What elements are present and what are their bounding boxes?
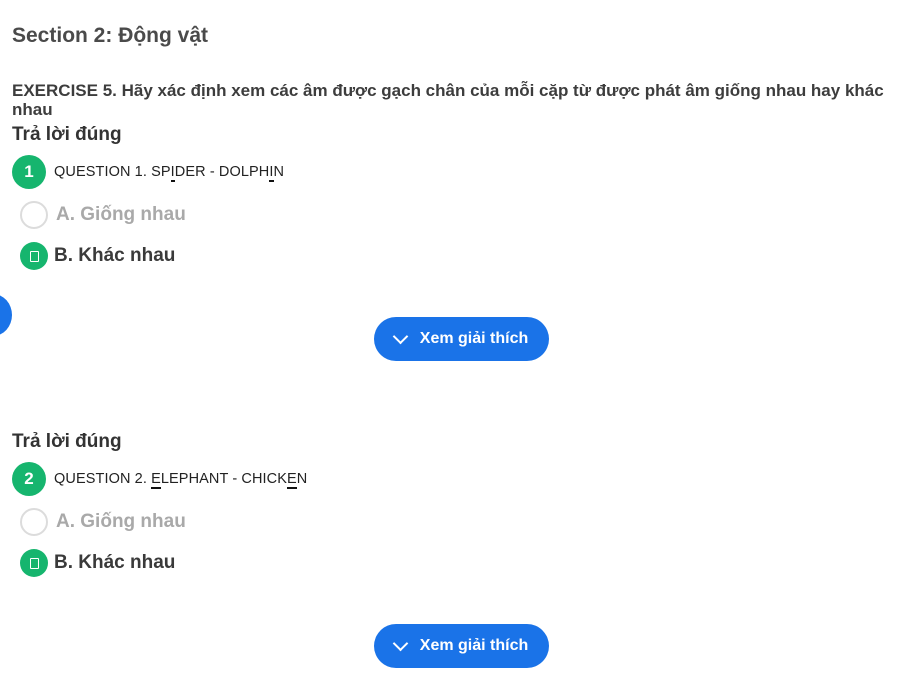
option-b[interactable]: B. Khác nhau (20, 242, 175, 270)
question-number-badge: 2 (12, 462, 46, 496)
option-label: A. Giống nhau (56, 511, 186, 532)
question-text: QUESTION 2. ELEPHANT - CHICKEN (54, 471, 308, 489)
answer-status: Trả lời đúng (12, 124, 122, 145)
question-text: QUESTION 1. SPIDER - DOLPHIN (54, 164, 285, 182)
underlined-letter: E (287, 471, 297, 489)
question-row: 1 QUESTION 1. SPIDER - DOLPHIN (12, 155, 284, 189)
option-label: B. Khác nhau (54, 245, 176, 266)
button-label: Xem giải thích (419, 637, 529, 654)
button-label: Xem giải thích (419, 330, 529, 347)
radio-button[interactable] (20, 201, 48, 229)
side-nav-tab[interactable] (0, 294, 12, 336)
option-label: B. Khác nhau (54, 552, 176, 573)
option-a[interactable]: A. Giống nhau (20, 201, 186, 229)
radio-button-selected[interactable] (20, 549, 48, 577)
check-icon (29, 557, 39, 569)
radio-button-selected[interactable] (20, 242, 48, 270)
answer-status: Trả lời đúng (12, 431, 122, 452)
chevron-down-icon (392, 328, 409, 345)
option-label: A. Giống nhau (56, 204, 186, 225)
check-icon (29, 250, 39, 262)
section-title: Section 2: Động vật (12, 24, 209, 47)
exercise-instruction: EXERCISE 5. Hãy xác định xem các âm được… (12, 81, 884, 119)
option-a[interactable]: A. Giống nhau (20, 508, 186, 536)
radio-button[interactable] (20, 508, 48, 536)
question-row: 2 QUESTION 2. ELEPHANT - CHICKEN (12, 462, 307, 496)
option-b[interactable]: B. Khác nhau (20, 549, 175, 577)
underlined-letter: E (151, 471, 161, 489)
chevron-down-icon (392, 635, 409, 652)
question-number-badge: 1 (12, 155, 46, 189)
view-explanation-button[interactable]: Xem giải thích (374, 624, 549, 668)
view-explanation-button[interactable]: Xem giải thích (374, 317, 549, 361)
